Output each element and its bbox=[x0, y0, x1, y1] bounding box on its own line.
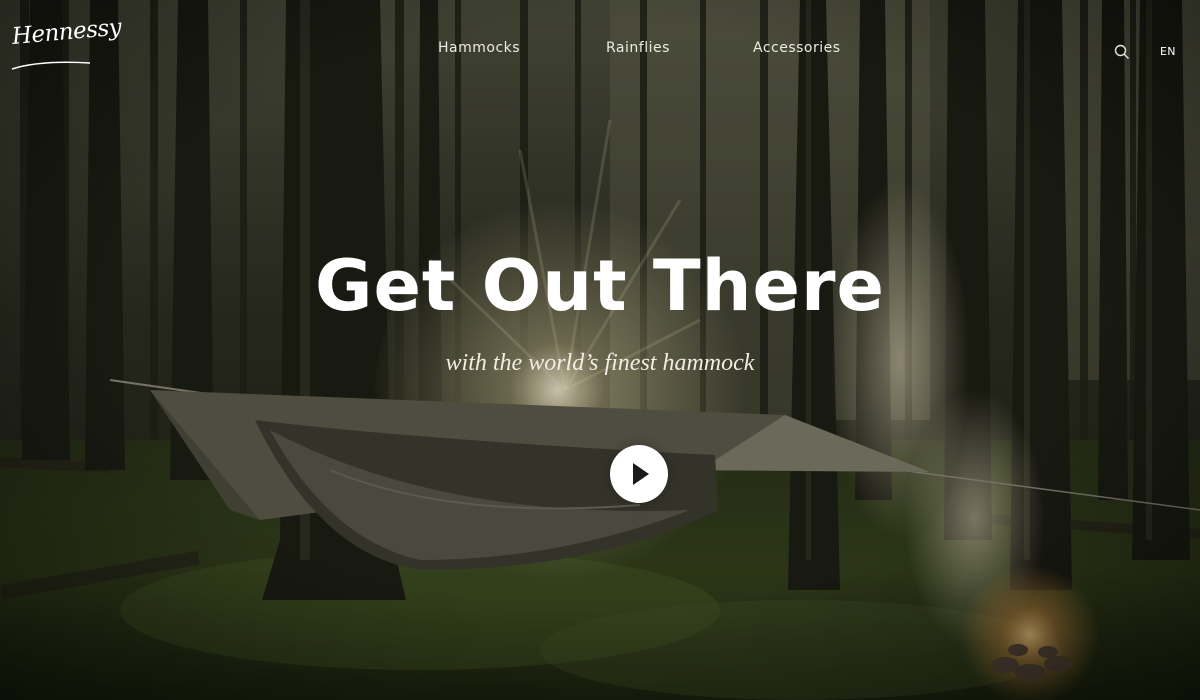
hero-section: Hennessy Hammocks Rainflies Accessories … bbox=[0, 0, 1200, 700]
language-selector[interactable]: EN bbox=[1160, 45, 1176, 58]
play-video-button[interactable] bbox=[610, 445, 668, 503]
hero-title: Get Out There bbox=[315, 245, 885, 327]
search-icon bbox=[1114, 44, 1129, 59]
main-nav: Hammocks Rainflies Accessories bbox=[0, 40, 1200, 64]
hero-copy: Get Out There with the world’s finest ha… bbox=[0, 238, 1200, 377]
hero-subtitle: with the world’s finest hammock bbox=[445, 350, 755, 376]
nav-accessories[interactable]: Accessories bbox=[753, 40, 841, 56]
play-icon bbox=[633, 463, 649, 485]
site-header: Hennessy Hammocks Rainflies Accessories … bbox=[0, 0, 1200, 100]
nav-hammocks[interactable]: Hammocks bbox=[438, 40, 520, 56]
nav-rainflies[interactable]: Rainflies bbox=[606, 40, 670, 56]
search-button[interactable] bbox=[1114, 44, 1130, 60]
